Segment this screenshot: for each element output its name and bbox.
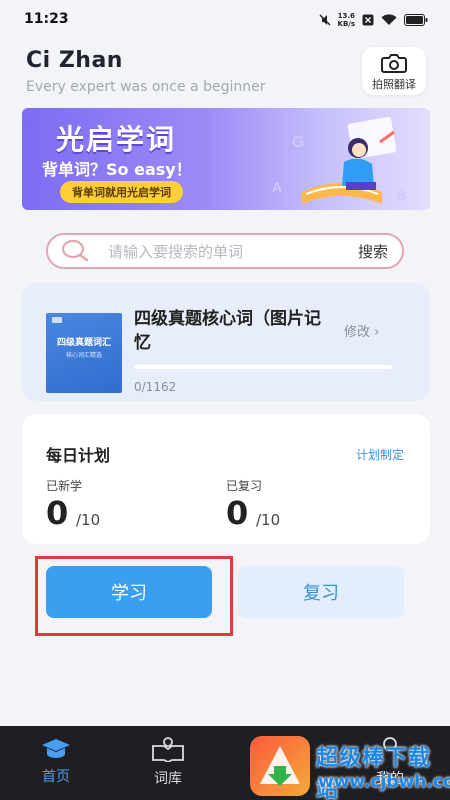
nav-home-label: 首页 [42,769,70,785]
svg-text:B: B [397,188,406,203]
status-bar: 11:23 13.6 KB/s [0,0,450,40]
banner-subtitle: 背单词？So easy！ [42,160,192,179]
reviewed-label: 已复习 [226,479,263,493]
study-button[interactable]: 学习 [46,566,212,618]
banner-pill: 背单词就用光启学词 [60,181,183,203]
reviewed-value: 0 [226,494,249,532]
svg-text:G: G [292,134,304,151]
plan-setup-link[interactable]: 计划制定 [356,446,404,463]
search-input[interactable] [108,241,338,263]
status-time: 11:23 [24,11,69,27]
banner-illustration: G A B [272,116,406,204]
cover-title: 四级真题词汇 [56,338,111,348]
new-learned-label: 已新学 [46,479,83,493]
camera-label: 拍照翻译 [372,78,416,91]
search-box[interactable]: 搜索 [46,233,404,269]
close-box-icon [362,14,374,26]
current-book-card[interactable]: 四级真题词汇 核心词汇精选 四级真题核心词（图片记忆 修改 › 0/1162 [22,283,430,401]
battery-icon [404,14,428,26]
camera-icon [381,54,407,73]
watermark-url: www.cjbwh.com [318,772,450,792]
wifi-icon [381,14,397,25]
nav-library-label: 词库 [154,771,182,787]
watermark-logo-icon [250,736,310,796]
cover-subtitle: 核心词汇精选 [65,352,102,359]
promo-banner[interactable]: 光启学词 背单词？So easy！ 背单词就用光启学词 G A B [22,108,430,210]
banner-title: 光启学词 [56,123,177,156]
search-icon [61,239,89,262]
app-subtitle: Every expert was once a beginner [26,79,266,95]
nav-library[interactable]: 词库 [138,736,198,788]
search-button[interactable]: 搜索 [358,241,388,262]
watermark: 超级棒下载站 www.cjbwh.com [250,736,450,800]
book-progress-text: 0/1162 [134,380,177,394]
review-button[interactable]: 复习 [238,566,404,618]
new-learned-total: /10 [76,511,101,529]
mute-icon [319,14,331,26]
status-icons: 13.6 KB/s [319,12,428,28]
graduation-cap-icon [42,739,70,758]
book-progress-bar [134,365,392,369]
edit-book-button[interactable]: 修改 › [344,321,379,340]
download-arrow-icon [260,746,300,786]
svg-text:A: A [272,179,282,195]
daily-plan-card: 每日计划 计划制定 已新学 0 /10 已复习 0 /10 [22,414,430,544]
net-speed: 13.6 KB/s [337,12,355,28]
photo-translate-button[interactable]: 拍照翻译 [362,47,426,95]
nav-home[interactable]: 首页 [26,736,86,786]
reviewed-total: /10 [256,511,281,529]
book-title: 四级真题核心词（图片记忆 [134,309,321,353]
book-cover: 四级真题词汇 核心词汇精选 [46,313,122,393]
cover-mark [52,317,62,323]
book-reader-icon [152,737,184,764]
new-learned-value: 0 [46,494,69,532]
plan-title: 每日计划 [46,446,111,465]
app-title: Ci Zhan [26,48,123,73]
